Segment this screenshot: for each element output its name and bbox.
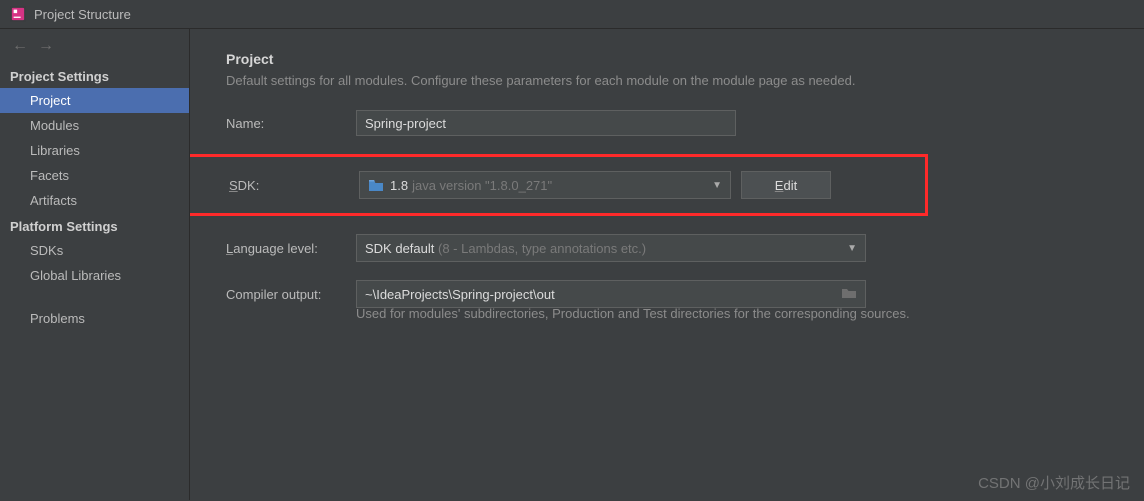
- sidebar-item-artifacts[interactable]: Artifacts: [0, 188, 189, 213]
- folder-icon: [368, 178, 384, 192]
- row-compiler-output: Compiler output: ~\IdeaProjects\Spring-p…: [226, 280, 1108, 308]
- section-project-settings: Project Settings: [0, 63, 189, 88]
- sidebar-item-facets[interactable]: Facets: [0, 163, 189, 188]
- sdk-subvalue: java version "1.8.0_271": [412, 178, 552, 193]
- sidebar-item-label: Artifacts: [30, 193, 77, 208]
- compiler-output-label: Compiler output:: [226, 287, 346, 302]
- language-level-dropdown[interactable]: SDK default (8 - Lambdas, type annotatio…: [356, 234, 866, 262]
- chevron-down-icon: ▼: [712, 180, 722, 191]
- sidebar-item-libraries[interactable]: Libraries: [0, 138, 189, 163]
- chevron-down-icon: ▼: [847, 243, 857, 254]
- compiler-output-field[interactable]: ~\IdeaProjects\Spring-project\out: [356, 280, 866, 308]
- sidebar-item-label: Facets: [30, 168, 69, 183]
- edit-button[interactable]: EditEdit: [741, 171, 831, 199]
- language-level-subvalue: (8 - Lambdas, type annotations etc.): [438, 241, 646, 256]
- sidebar-item-label: Global Libraries: [30, 268, 121, 283]
- section-platform-settings: Platform Settings: [0, 213, 189, 238]
- watermark: CSDN @小刘成长日记: [978, 472, 1130, 493]
- page-subtitle: Default settings for all modules. Config…: [226, 73, 1108, 88]
- sdk-highlight-box: SSDK:DK: 1.8 java version "1.8.0_271" ▼ …: [190, 154, 928, 216]
- sidebar-item-label: Libraries: [30, 143, 80, 158]
- name-input[interactable]: [356, 110, 736, 136]
- nav-arrows: ← →: [0, 29, 189, 63]
- folder-browse-icon[interactable]: [841, 286, 857, 302]
- sdk-value: 1.8: [390, 178, 408, 193]
- sidebar-item-label: SDKs: [30, 243, 63, 258]
- sidebar-item-modules[interactable]: Modules: [0, 113, 189, 138]
- sdk-dropdown[interactable]: 1.8 java version "1.8.0_271" ▼: [359, 171, 731, 199]
- name-label: Name:: [226, 116, 346, 131]
- row-name: Name:: [226, 110, 1108, 136]
- sidebar-item-project[interactable]: Project: [0, 88, 189, 113]
- sidebar-item-global-libraries[interactable]: Global Libraries: [0, 263, 189, 288]
- app-icon: [10, 6, 26, 22]
- sidebar-item-label: Modules: [30, 118, 79, 133]
- sidebar: ← → Project Settings Project Modules Lib…: [0, 29, 190, 500]
- sidebar-item-sdks[interactable]: SDKs: [0, 238, 189, 263]
- row-language-level: Language level:Language level: SDK defau…: [226, 234, 1108, 262]
- compiler-output-value: ~\IdeaProjects\Spring-project\out: [365, 287, 555, 302]
- sidebar-item-problems[interactable]: Problems: [0, 306, 189, 331]
- back-arrow-icon[interactable]: ←: [12, 37, 28, 55]
- window-title: Project Structure: [34, 7, 131, 22]
- language-level-label: Language level:Language level:: [226, 241, 346, 256]
- main-panel: Project Default settings for all modules…: [190, 29, 1144, 500]
- sidebar-item-label: Project: [30, 93, 70, 108]
- sdk-label: SSDK:DK:: [229, 178, 349, 193]
- forward-arrow-icon[interactable]: →: [38, 37, 54, 55]
- title-bar: Project Structure: [0, 0, 1144, 29]
- compiler-output-help: Used for modules' subdirectories, Produc…: [356, 306, 1108, 321]
- page-title: Project: [226, 51, 1108, 67]
- language-level-value: SDK default: [365, 241, 434, 256]
- sidebar-item-label: Problems: [30, 311, 85, 326]
